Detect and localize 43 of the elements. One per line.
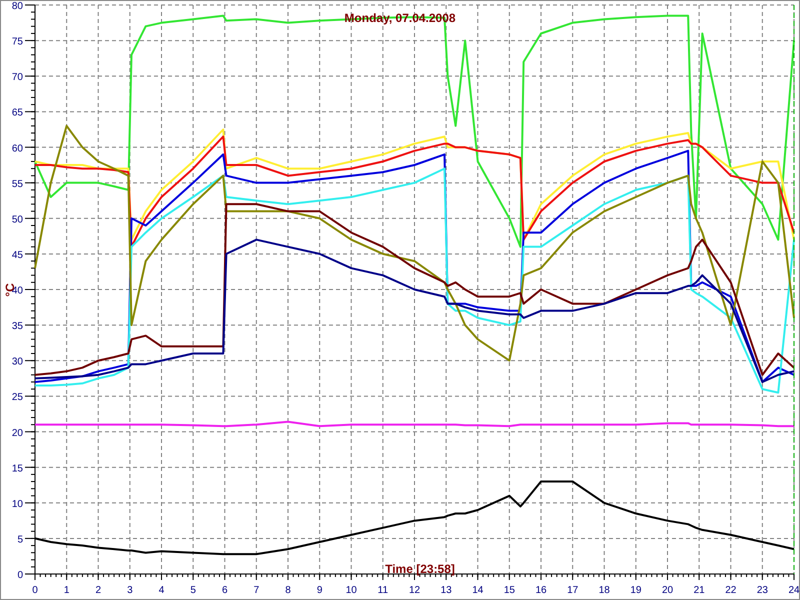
axis-tick-label: 20	[662, 585, 674, 596]
axis-tick-label: 11	[378, 585, 388, 596]
axis-tick-label: 6	[222, 585, 228, 596]
axis-tick-label: 2	[95, 585, 102, 596]
axis-tick-label: 70	[12, 72, 23, 84]
axis-tick-label: 50	[12, 214, 23, 226]
axis-tick-label: 75	[12, 36, 23, 48]
axis-tick-label: 21	[694, 585, 705, 596]
axis-tick-label: 22	[725, 585, 736, 596]
axis-tick-label: 1	[64, 585, 70, 596]
axis-tick-label: 19	[630, 585, 642, 596]
axis-tick-label: 80	[12, 1, 23, 12]
axis-tick-label: 20	[12, 428, 23, 439]
axis-tick-label: 15	[12, 463, 23, 474]
axis-tick-label: 12	[408, 585, 420, 596]
axis-tick-label: 65	[12, 108, 23, 119]
axis-tick-label: 60	[12, 143, 23, 154]
axis-tick-label: 15	[504, 585, 515, 596]
axis-tick-label: 16	[535, 585, 547, 596]
axis-tick-label: 3	[127, 585, 133, 596]
axis-tick-label: 23	[756, 585, 768, 596]
axis-tick-label: 5	[17, 534, 23, 546]
axis-tick-label: 24	[788, 585, 800, 596]
axis-tick-label: 5	[190, 585, 196, 596]
axis-tick-label: 25	[12, 392, 23, 404]
axis-tick-label: 0	[17, 570, 23, 581]
axis-tick-label: 17	[567, 585, 578, 596]
axis-tick-label: 40	[12, 286, 23, 296]
axis-tick-label: 13	[440, 585, 452, 596]
axis-tick-label: 0	[32, 585, 38, 596]
axis-tick-label: 8	[285, 585, 291, 596]
axis-tick-label: 55	[12, 178, 23, 190]
axis-tick-label: 10	[346, 585, 357, 596]
axis-tick-label: 10	[12, 498, 23, 510]
x-axis-label: Time [23:58]	[385, 562, 455, 576]
axis-tick-label: 14	[472, 585, 484, 596]
axis-tick-label: 30	[12, 356, 23, 368]
axis-tick-label: 18	[598, 585, 610, 596]
axis-tick-label: 7	[254, 585, 260, 596]
axis-tick-label: 4	[158, 585, 164, 596]
axis-tick-label: 9	[316, 585, 322, 596]
axis-tick-label: 35	[12, 321, 23, 332]
axis-tick-label: 45	[12, 250, 23, 261]
